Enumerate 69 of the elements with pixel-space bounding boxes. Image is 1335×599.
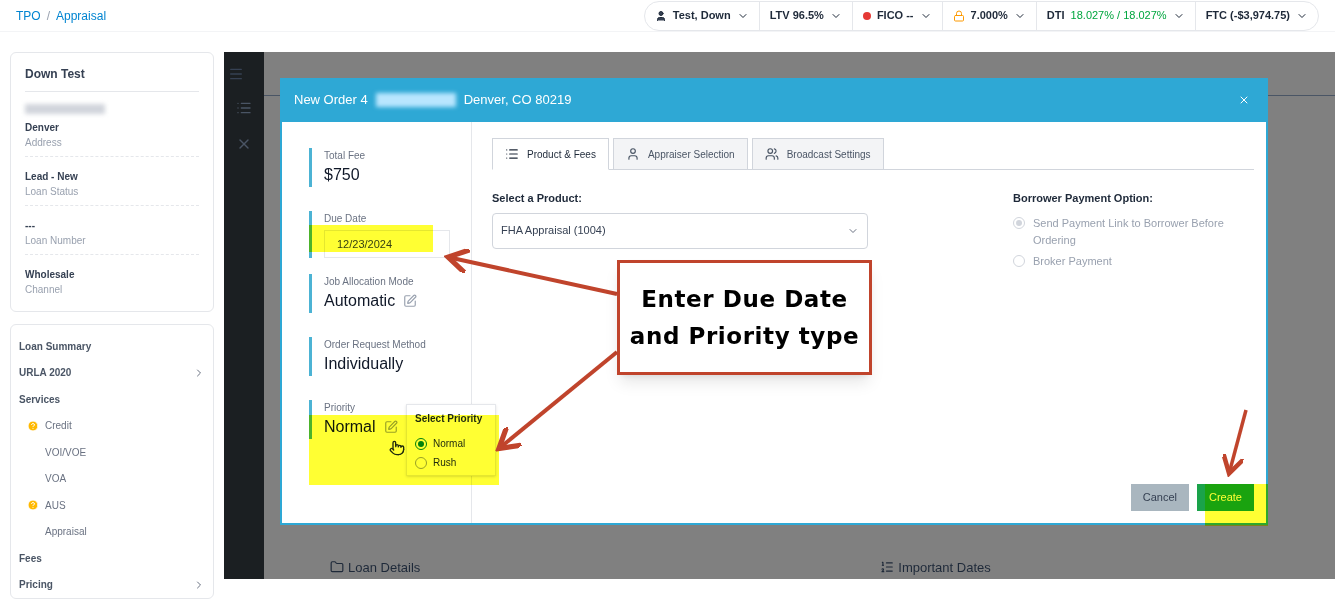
summary-value: Automatic: [324, 291, 396, 311]
breadcrumb-separator: /: [46, 7, 50, 24]
warning-icon: [27, 419, 39, 432]
field-label: Loan Status: [25, 185, 80, 199]
person-icon: [625, 147, 640, 161]
status-chip[interactable]: LTV 96.5%: [758, 1, 852, 30]
people-icon: [764, 147, 779, 161]
close-icon: [1238, 94, 1250, 106]
warning-icon: [27, 499, 39, 512]
summary-label: Priority: [324, 401, 357, 415]
cancel-button[interactable]: Cancel: [1130, 484, 1189, 511]
summary-label: Job Allocation Mode: [324, 275, 415, 289]
nav-item[interactable]: URLA 2020: [19, 359, 205, 386]
summary-label: Due Date: [324, 212, 368, 226]
list-icon: [880, 560, 895, 575]
nav-item[interactable]: Appraisal: [19, 518, 205, 545]
nav-item[interactable]: AUS: [19, 492, 205, 519]
radio-label: Broker Payment: [1033, 253, 1112, 269]
nav-item[interactable]: Credit: [19, 412, 205, 439]
folder-icon: [330, 560, 344, 575]
status-chip[interactable]: FTC (-$3,974.75): [1194, 1, 1318, 30]
nav-item[interactable]: VOI/VOE: [19, 439, 205, 466]
radio-label: Normal: [433, 437, 466, 451]
list-icon: [236, 100, 252, 116]
product-label: Select a Product:: [492, 191, 583, 206]
callout-text: and Priority type: [629, 321, 860, 351]
edit-icon[interactable]: [403, 294, 418, 308]
breadcrumb-link[interactable]: Appraisal: [56, 7, 107, 24]
nav-item[interactable]: Services: [19, 386, 205, 413]
field-value: Wholesale: [25, 268, 76, 282]
field-value: Denver: [25, 121, 60, 135]
summary-value: $750: [324, 165, 360, 185]
section-heading: Loan Details: [348, 558, 421, 577]
status-chip[interactable]: DTI 18.027% / 18.027%: [1035, 1, 1195, 30]
borrower-name: Down Test: [25, 65, 199, 92]
annotation-arrow: [1221, 409, 1248, 476]
dialog-title: New Order 4: [294, 91, 368, 110]
person-icon: [654, 9, 667, 22]
radio-label: Rush: [433, 456, 457, 470]
summary-value: Normal: [324, 417, 376, 437]
breadcrumb-link[interactable]: TPO: [16, 7, 41, 24]
field-label: Channel: [25, 283, 64, 297]
popup-title: Select Priority: [415, 412, 484, 426]
product-select[interactable]: FHA Appraisal (1004): [492, 212, 868, 249]
summary-label: Order Request Method: [324, 338, 427, 352]
dialog-tab[interactable]: Broadcast Settings: [751, 138, 884, 170]
section-heading: Important Dates: [898, 558, 991, 577]
status-chip[interactable]: 7.000%: [941, 1, 1036, 30]
payment-label: Borrower Payment Option:: [1013, 191, 1154, 206]
nav-item[interactable]: VOA: [19, 465, 205, 492]
nav-item[interactable]: Pricing: [19, 571, 205, 598]
summary-label: Total Fee: [324, 149, 367, 163]
highlight-marker: [1205, 484, 1268, 526]
field-label: Address: [25, 136, 63, 150]
radio-label: Send Payment Link to Borrower Before Ordering: [1033, 215, 1225, 248]
dialog-tab[interactable]: Appraiser Selection: [612, 138, 748, 170]
field-value: ---: [25, 219, 36, 233]
status-chip[interactable]: FICO --: [851, 1, 942, 30]
list-icon: [505, 147, 519, 161]
lock-icon: [952, 9, 965, 22]
callout-text: Enter Due Date: [641, 284, 848, 314]
nav-item[interactable]: Fees: [19, 545, 205, 572]
nav-item[interactable]: Loan Summary: [19, 333, 205, 360]
dialog-tab[interactable]: Product & Fees: [492, 138, 609, 170]
field-value: Lead - New: [25, 170, 79, 184]
status-chip[interactable]: Test, Down: [644, 1, 759, 30]
field-label: Loan Number: [25, 234, 87, 248]
summary-value: Individually: [324, 354, 404, 374]
dialog-title: Denver, CO 80219: [463, 91, 572, 110]
